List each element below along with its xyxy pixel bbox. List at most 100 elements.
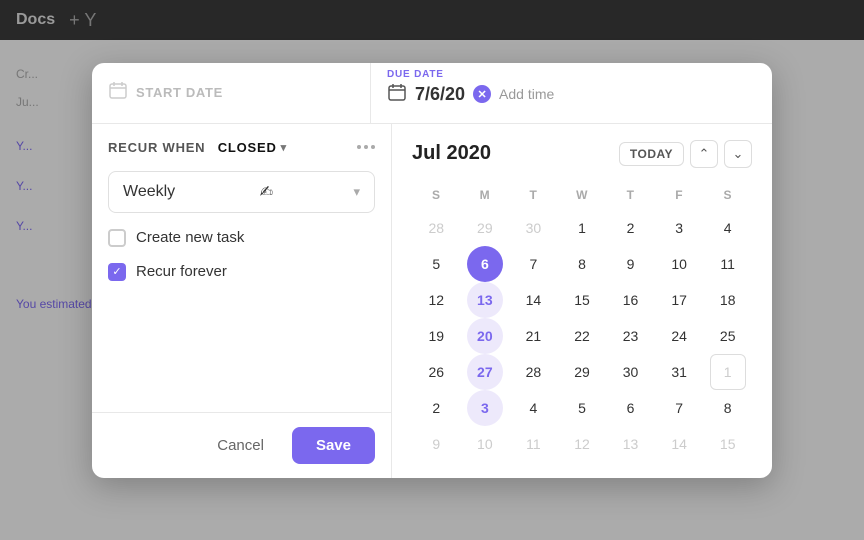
- calendar-day[interactable]: 3: [467, 390, 503, 426]
- frequency-chevron-icon: ▾: [353, 184, 360, 200]
- calendar-panel: Jul 2020 TODAY ⌃ ⌄ SMTWTFS28293012345678…: [392, 124, 772, 478]
- calendar-day: 11: [515, 426, 551, 462]
- calendar-day: 12: [564, 426, 600, 462]
- prev-month-button[interactable]: ⌃: [690, 140, 718, 168]
- calendar-day[interactable]: 27: [467, 354, 503, 390]
- due-date-section: DUE DATE 7/6/20 ✕ Add time: [371, 63, 772, 123]
- calendar-day[interactable]: 26: [418, 354, 454, 390]
- calendar-day[interactable]: 20: [467, 318, 503, 354]
- calendar-day[interactable]: 1: [564, 210, 600, 246]
- create-new-task-checkbox[interactable]: [108, 229, 126, 247]
- calendar-day[interactable]: 2: [418, 390, 454, 426]
- calendar-nav: TODAY ⌃ ⌄: [619, 140, 752, 168]
- due-date-calendar-icon: [387, 82, 407, 107]
- left-panel: RECUR WHEN CLOSED ▾ Weekly ✍︎ ▾: [92, 124, 392, 478]
- calendar-day[interactable]: 10: [661, 246, 697, 282]
- calendar-day: 28: [418, 210, 454, 246]
- dot1: [357, 145, 361, 149]
- clear-due-date-button[interactable]: ✕: [473, 85, 491, 103]
- calendar-day[interactable]: 6: [613, 390, 649, 426]
- calendar-day[interactable]: 6: [467, 246, 503, 282]
- calendar-day[interactable]: 9: [613, 246, 649, 282]
- start-calendar-icon: [108, 80, 128, 105]
- frequency-dropdown[interactable]: Weekly ✍︎ ▾: [108, 171, 375, 213]
- cal-day-header: M: [461, 184, 510, 210]
- create-new-task-row[interactable]: Create new task: [108, 229, 375, 247]
- next-month-button[interactable]: ⌄: [724, 140, 752, 168]
- recur-forever-label: Recur forever: [136, 263, 227, 280]
- calendar-day[interactable]: 22: [564, 318, 600, 354]
- modal-footer: Cancel Save: [92, 412, 391, 478]
- modal-body: RECUR WHEN CLOSED ▾ Weekly ✍︎ ▾: [92, 124, 772, 478]
- recur-header: RECUR WHEN CLOSED ▾: [108, 140, 375, 155]
- calendar-day[interactable]: 5: [418, 246, 454, 282]
- dot2: [364, 145, 368, 149]
- calendar-day: 30: [515, 210, 551, 246]
- dot3: [371, 145, 375, 149]
- calendar-day[interactable]: 8: [710, 390, 746, 426]
- calendar-day[interactable]: 14: [515, 282, 551, 318]
- cancel-button[interactable]: Cancel: [201, 429, 280, 462]
- calendar-day[interactable]: 19: [418, 318, 454, 354]
- recur-title: RECUR WHEN CLOSED ▾: [108, 140, 287, 155]
- calendar-day[interactable]: 4: [515, 390, 551, 426]
- calendar-day[interactable]: 11: [710, 246, 746, 282]
- cal-day-header: W: [558, 184, 607, 210]
- calendar-day: 13: [613, 426, 649, 462]
- calendar-day[interactable]: 2: [613, 210, 649, 246]
- calendar-day[interactable]: 18: [710, 282, 746, 318]
- recur-title-part1: RECUR WHEN: [108, 140, 205, 155]
- start-date-section[interactable]: START DATE: [92, 63, 371, 123]
- calendar-day[interactable]: 7: [661, 390, 697, 426]
- recur-title-part2: CLOSED: [218, 140, 277, 155]
- cal-day-header: F: [655, 184, 704, 210]
- add-time-link[interactable]: Add time: [499, 86, 554, 102]
- calendar-day[interactable]: 13: [467, 282, 503, 318]
- calendar-day[interactable]: 1: [710, 354, 746, 390]
- save-button[interactable]: Save: [292, 427, 375, 464]
- calendar-day[interactable]: 4: [710, 210, 746, 246]
- more-options-button[interactable]: [357, 145, 375, 149]
- frequency-value: Weekly: [123, 183, 175, 201]
- cal-day-header: T: [509, 184, 558, 210]
- calendar-day: 15: [710, 426, 746, 462]
- calendar-day[interactable]: 24: [661, 318, 697, 354]
- calendar-day[interactable]: 21: [515, 318, 551, 354]
- calendar-day: 9: [418, 426, 454, 462]
- calendar-day[interactable]: 8: [564, 246, 600, 282]
- due-date-row: 7/6/20 ✕ Add time: [387, 82, 554, 107]
- modal-overlay: START DATE DUE DATE 7/6/20 ✕: [0, 0, 864, 540]
- calendar-day[interactable]: 15: [564, 282, 600, 318]
- recur-forever-row[interactable]: ✓ Recur forever: [108, 263, 375, 281]
- due-date-label: DUE DATE: [387, 69, 444, 80]
- calendar-day: 14: [661, 426, 697, 462]
- calendar-day[interactable]: 5: [564, 390, 600, 426]
- cal-day-header: T: [606, 184, 655, 210]
- calendar-day[interactable]: 12: [418, 282, 454, 318]
- calendar-day[interactable]: 7: [515, 246, 551, 282]
- due-date-value: 7/6/20: [415, 84, 465, 105]
- calendar-day[interactable]: 17: [661, 282, 697, 318]
- recur-forever-checkbox[interactable]: ✓: [108, 263, 126, 281]
- calendar-day[interactable]: 29: [564, 354, 600, 390]
- date-modal: START DATE DUE DATE 7/6/20 ✕: [92, 63, 772, 478]
- calendar-day: 10: [467, 426, 503, 462]
- calendar-day: 29: [467, 210, 503, 246]
- calendar-month-year: Jul 2020: [412, 142, 491, 165]
- recur-chevron-icon[interactable]: ▾: [281, 141, 287, 154]
- calendar-day[interactable]: 3: [661, 210, 697, 246]
- create-new-task-label: Create new task: [136, 229, 244, 246]
- calendar-day[interactable]: 25: [710, 318, 746, 354]
- calendar-day[interactable]: 30: [613, 354, 649, 390]
- calendar-header: Jul 2020 TODAY ⌃ ⌄: [412, 140, 752, 168]
- today-button[interactable]: TODAY: [619, 142, 684, 166]
- calendar-grid: SMTWTFS282930123456789101112131415161718…: [412, 184, 752, 462]
- calendar-day[interactable]: 23: [613, 318, 649, 354]
- cursor-hand-icon: ✍︎: [260, 182, 273, 202]
- start-date-label: START DATE: [136, 85, 223, 100]
- modal-header: START DATE DUE DATE 7/6/20 ✕: [92, 63, 772, 124]
- calendar-day[interactable]: 16: [613, 282, 649, 318]
- cal-day-header: S: [412, 184, 461, 210]
- calendar-day[interactable]: 28: [515, 354, 551, 390]
- calendar-day[interactable]: 31: [661, 354, 697, 390]
